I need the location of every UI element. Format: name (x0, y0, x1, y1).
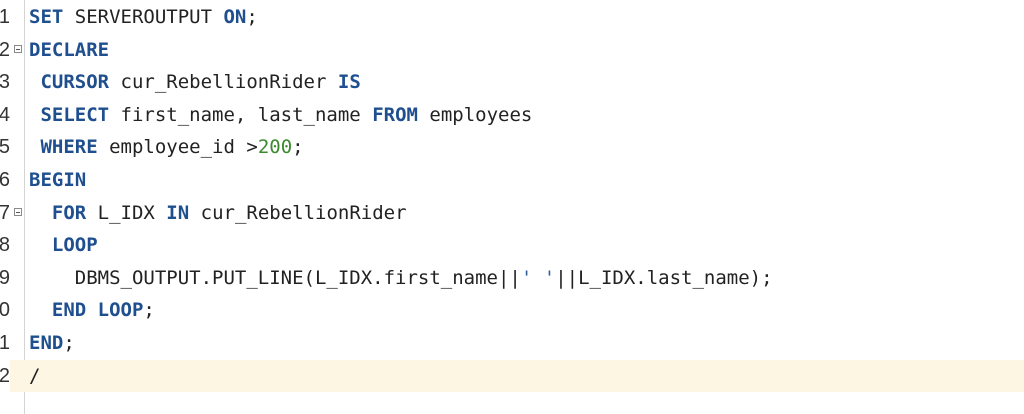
text-token: / (29, 364, 41, 387)
keyword-token: FROM (372, 103, 418, 126)
code-line[interactable]: 1 SET SERVEROUTPUT ON; (0, 1, 1024, 33)
code-text: LOOP (29, 229, 98, 261)
code-line[interactable]: 10 END LOOP; (0, 294, 1024, 326)
text-token: SERVEROUTPUT (63, 6, 224, 28)
text-token: employees (417, 103, 533, 126)
code-text: BEGIN (29, 164, 86, 196)
line-number: 7 (0, 201, 10, 224)
code-text: FOR L_IDX IN cur_RebellionRider (29, 197, 407, 229)
code-text: SET SERVEROUTPUT ON; (29, 1, 258, 33)
current-code-line[interactable]: 12 / (0, 359, 1024, 392)
keyword-token: END (29, 332, 64, 354)
line-number: 12 (0, 359, 10, 392)
code-editor[interactable]: 1 SET SERVEROUTPUT ON; 2 DECLARE 3 CURSOR cu… (0, 0, 1024, 414)
keyword-token: END LOOP (51, 299, 144, 322)
code-line[interactable]: 9 DBMS_OUTPUT.PUT_LINE(L_IDX.first_name|… (0, 262, 1024, 294)
code-line[interactable]: 4 SELECT first_name, last_name FROM empl… (0, 99, 1024, 131)
code-line[interactable]: 2 DECLARE (0, 34, 1024, 66)
code-line[interactable]: 11 END; (0, 327, 1024, 359)
code-text: SELECT first_name, last_name FROM employ… (29, 99, 532, 131)
text-token: employee_id > (97, 136, 258, 159)
line-number: 5 (0, 136, 10, 159)
number-token: 200 (257, 136, 293, 159)
keyword-token: LOOP (51, 234, 98, 257)
line-number: 4 (0, 103, 10, 126)
keyword-token: SELECT (40, 103, 110, 126)
fold-toggle-icon[interactable] (14, 207, 22, 216)
line-number: 10 (0, 299, 10, 322)
line-number: 11 (0, 332, 10, 354)
text-token: ; (246, 6, 258, 28)
text-token: cur_RebellionRider (189, 201, 407, 224)
text-token: cur_RebellionRider (109, 71, 338, 94)
code-line[interactable]: 8 LOOP (0, 229, 1024, 261)
line-number: 1 (0, 6, 10, 28)
code-text: DECLARE (29, 34, 109, 66)
code-line[interactable]: 6 BEGIN (0, 164, 1024, 196)
keyword-token: CURSOR (40, 71, 110, 94)
line-number: 6 (0, 169, 10, 191)
keyword-token: IS (337, 71, 361, 94)
text-token: ; (143, 299, 155, 322)
line-number: 9 (0, 266, 10, 289)
text-token: first_name, last_name (109, 103, 373, 126)
keyword-token: IN (166, 201, 190, 224)
line-number: 3 (0, 71, 10, 94)
keyword-token: DECLARE (29, 38, 110, 61)
text-token: L_IDX (86, 201, 167, 224)
code-line[interactable]: 3 CURSOR cur_RebellionRider IS (0, 66, 1024, 98)
code-line[interactable]: 7 FOR L_IDX IN cur_RebellionRider (0, 197, 1024, 229)
text-token: ||L_IDX.last_name); (555, 266, 773, 289)
code-text: CURSOR cur_RebellionRider IS (29, 66, 361, 98)
code-text: END LOOP; (29, 294, 155, 326)
code-text: DBMS_OUTPUT.PUT_LINE(L_IDX.first_name||'… (29, 262, 773, 294)
text-token: ; (63, 332, 75, 354)
line-number: 8 (0, 234, 10, 257)
code-text: END; (29, 327, 75, 359)
fold-toggle-icon[interactable] (14, 44, 22, 53)
code-line[interactable]: 5 WHERE employee_id >200; (0, 131, 1024, 163)
text-token: DBMS_OUTPUT.PUT_LINE(L_IDX.first_name|| (29, 266, 521, 289)
string-token: ' ' (520, 266, 556, 289)
code-text: WHERE employee_id >200; (29, 131, 304, 163)
line-number: 2 (0, 38, 10, 61)
keyword-token: WHERE (40, 136, 98, 159)
code-text: / (29, 360, 40, 392)
keyword-token: FOR (51, 201, 87, 224)
keyword-token: SET (29, 6, 64, 28)
keyword-token: ON (223, 6, 247, 28)
text-token: ; (292, 136, 304, 159)
keyword-token: BEGIN (29, 169, 87, 191)
